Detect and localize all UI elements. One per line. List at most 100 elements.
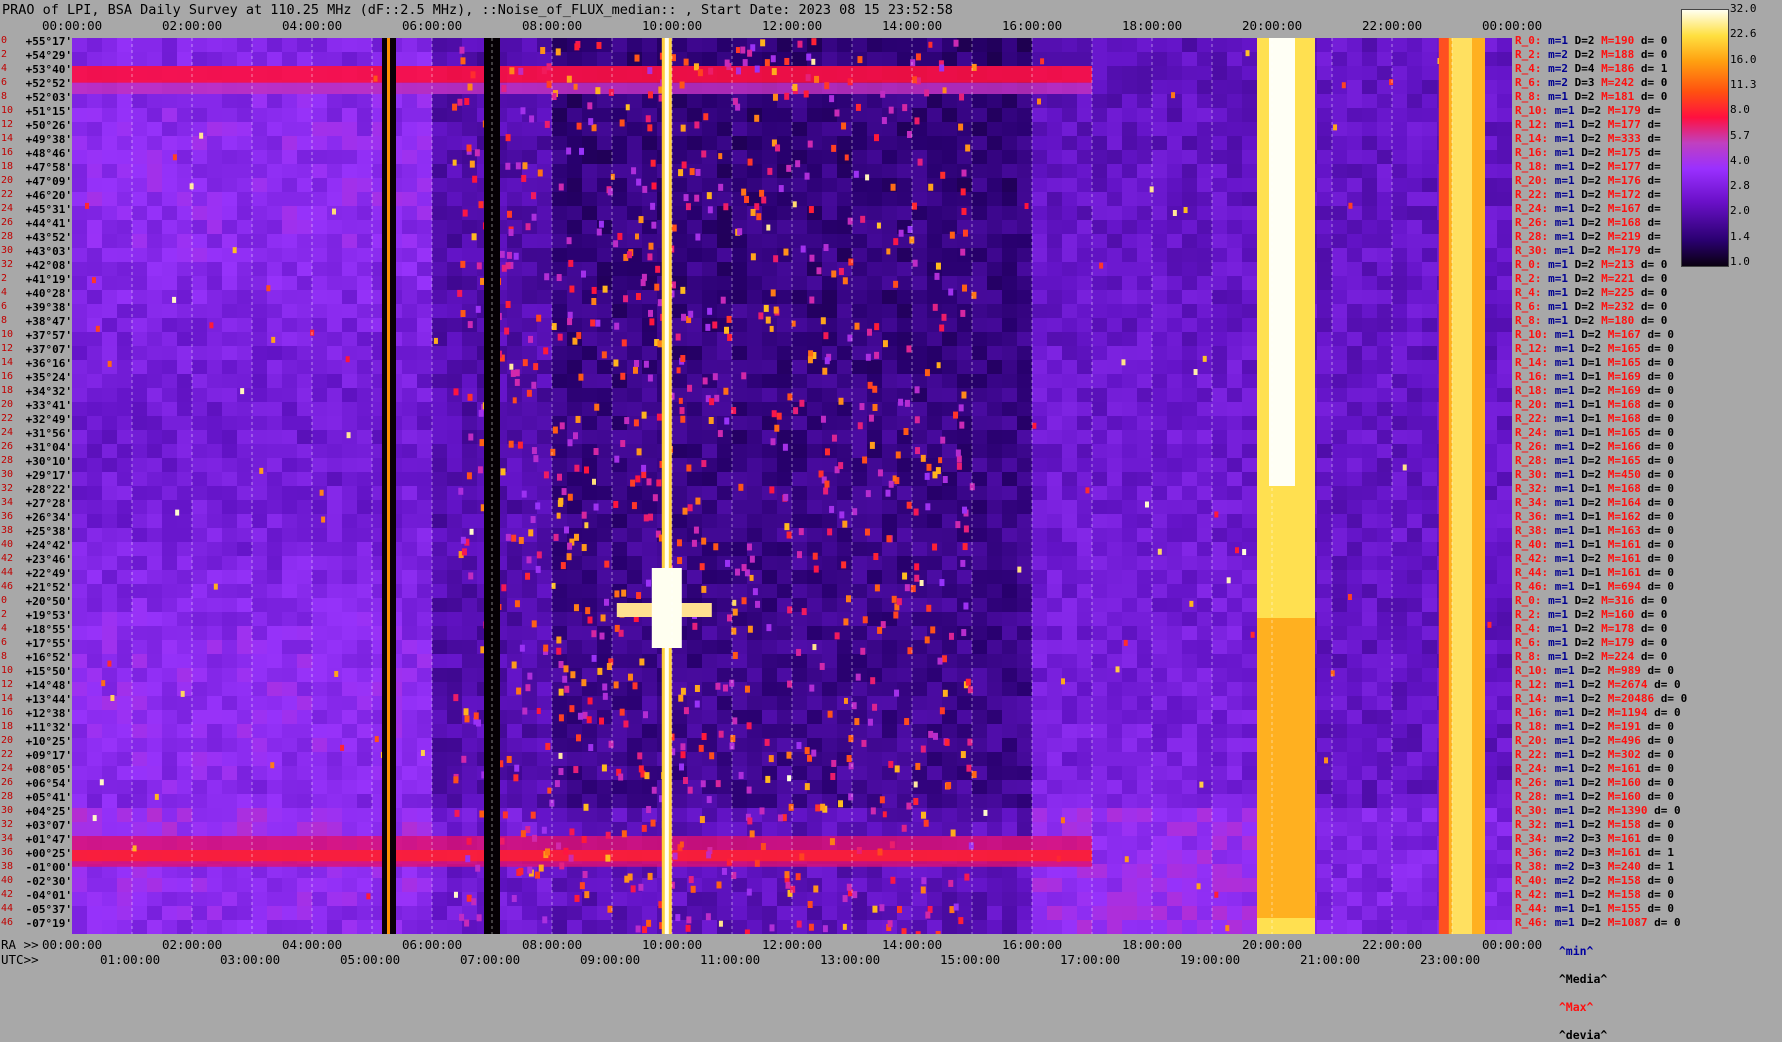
heatmap-cell — [882, 724, 898, 739]
heatmap-cell — [237, 738, 253, 753]
heatmap-cell — [1362, 304, 1378, 319]
heatmap-cell — [1332, 724, 1348, 739]
heatmap-cell — [342, 374, 358, 389]
heatmap-cell — [1137, 640, 1153, 655]
heatmap-cell — [1032, 738, 1048, 753]
heatmap-cell — [282, 94, 298, 109]
heatmap-cell — [1032, 668, 1048, 683]
heatmap-cell — [792, 654, 808, 669]
heatmap-cell — [1122, 528, 1138, 543]
heatmap-cell — [852, 374, 868, 389]
heatmap-cell — [447, 458, 463, 473]
heatmap-cell — [207, 710, 223, 725]
heatmap-cell — [177, 626, 193, 641]
heatmap-cell — [942, 668, 958, 683]
heatmap-cell — [957, 430, 973, 445]
heatmap-cell — [1332, 192, 1348, 207]
heatmap-cell — [957, 696, 973, 711]
heatmap-cell — [1227, 178, 1243, 193]
heatmap-cell — [507, 276, 523, 291]
heatmap-cell — [342, 598, 358, 613]
heatmap-cell — [882, 416, 898, 431]
heatmap-cell — [942, 276, 958, 291]
heatmap-cell — [132, 654, 148, 669]
heatmap-cell — [1422, 682, 1438, 697]
heatmap-cell — [312, 752, 328, 767]
heatmap-cell — [237, 108, 253, 123]
heatmap-cell — [957, 136, 973, 151]
heatmap-cell — [432, 626, 448, 641]
heatmap-cell — [1002, 38, 1018, 53]
heatmap-cell — [852, 262, 868, 277]
heatmap-cell — [417, 150, 433, 165]
heatmap-cell — [1167, 626, 1183, 641]
heatmap-cell — [417, 458, 433, 473]
heatmap-cell — [267, 738, 283, 753]
heatmap-cell — [102, 346, 118, 361]
heatmap-cell — [462, 290, 478, 305]
heatmap-cell — [807, 612, 823, 627]
heatmap-cell — [72, 486, 88, 501]
heatmap-cell — [1017, 682, 1033, 697]
heatmap-cell — [1332, 444, 1348, 459]
heatmap-cell — [1407, 374, 1423, 389]
heatmap-cell — [237, 500, 253, 515]
heatmap-cell — [537, 584, 553, 599]
heatmap-cell — [312, 444, 328, 459]
heatmap-cell — [207, 178, 223, 193]
heatmap-cell — [972, 570, 988, 585]
heatmap-cell — [972, 416, 988, 431]
heatmap-cell — [1392, 556, 1408, 571]
heatmap-cell — [177, 738, 193, 753]
heatmap-cell — [792, 556, 808, 571]
heatmap-cell — [297, 528, 313, 543]
heatmap-cell — [147, 122, 163, 137]
top-time-label: 12:00:00 — [762, 18, 823, 33]
heatmap-cell — [237, 94, 253, 109]
heatmap-cell — [1362, 500, 1378, 515]
heatmap-cell — [87, 682, 103, 697]
heatmap-cell — [1197, 486, 1213, 501]
heatmap-cell — [1377, 654, 1393, 669]
heatmap-cell — [312, 570, 328, 585]
heatmap-cell — [507, 346, 523, 361]
heatmap-cell — [837, 444, 853, 459]
heatmap-cell — [1392, 122, 1408, 137]
heatmap-cell — [1077, 682, 1093, 697]
heatmap-cell — [1212, 668, 1228, 683]
heatmap-cell — [597, 94, 613, 109]
heatmap-cell — [537, 192, 553, 207]
heatmap-cell — [1212, 360, 1228, 375]
heatmap-cell — [87, 304, 103, 319]
heatmap-cell — [342, 52, 358, 67]
dynamic-spectrum-heatmap[interactable] — [72, 38, 1512, 934]
heatmap-cell — [987, 612, 1003, 627]
heatmap-cell — [807, 668, 823, 683]
heatmap-cell — [1182, 724, 1198, 739]
heatmap-svg[interactable] — [72, 38, 1512, 934]
heatmap-cell — [1242, 430, 1258, 445]
heatmap-cell — [1107, 402, 1123, 417]
heatmap-cell — [1062, 514, 1078, 529]
heatmap-cell — [1137, 598, 1153, 613]
heatmap-cell — [567, 164, 583, 179]
heatmap-cell — [447, 192, 463, 207]
heatmap-cell — [1197, 738, 1213, 753]
heatmap-cell — [927, 388, 943, 403]
heatmap-cell — [852, 654, 868, 669]
heatmap-cell — [792, 360, 808, 375]
heatmap-cell — [282, 164, 298, 179]
heatmap-cell — [627, 542, 643, 557]
heatmap-cell — [1167, 486, 1183, 501]
heatmap-cell — [1002, 710, 1018, 725]
heatmap-cell — [552, 136, 568, 151]
heatmap-cell — [267, 598, 283, 613]
heatmap-cell — [807, 94, 823, 109]
heatmap-cell — [117, 612, 133, 627]
heatmap-cell — [327, 752, 343, 767]
heatmap-cell — [87, 598, 103, 613]
heatmap-cell — [822, 570, 838, 585]
heatmap-cell — [1197, 500, 1213, 515]
heatmap-cell — [972, 276, 988, 291]
heatmap-cell — [1152, 458, 1168, 473]
